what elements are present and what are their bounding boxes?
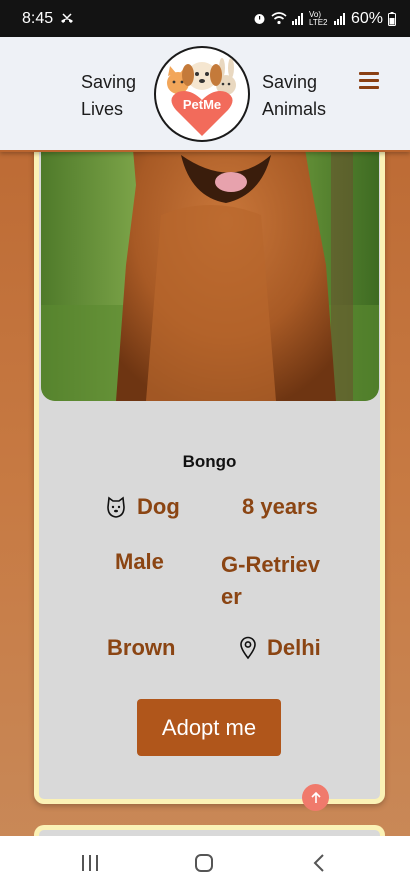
system-nav-bar: [0, 836, 410, 889]
status-bar: 8:45 Vo) LTE2 60%: [0, 0, 410, 37]
pet-color: Brown: [107, 635, 175, 661]
arrow-up-icon: [310, 791, 321, 803]
petme-logo[interactable]: PetMe: [154, 46, 250, 142]
home-icon[interactable]: [189, 850, 219, 876]
pet-gender-text: Male: [115, 549, 164, 574]
recent-apps-icon[interactable]: [75, 850, 105, 876]
menu-line: [359, 79, 379, 82]
pet-species-text: Dog: [137, 494, 180, 519]
signal-icon: [291, 12, 304, 25]
status-bar-left: 8:45: [22, 10, 75, 28]
alarm-icon: [253, 12, 266, 25]
pet-location: Delhi: [239, 635, 321, 661]
status-time: 8:45: [22, 9, 54, 27]
pet-breed: G-Retriever: [221, 549, 331, 613]
pet-gender: Male: [115, 549, 164, 575]
status-bar-right: Vo) LTE2 60%: [253, 10, 396, 28]
hamburger-menu-icon[interactable]: [357, 70, 381, 92]
wifi-icon: [271, 12, 287, 25]
scroll-to-top-button[interactable]: [302, 784, 329, 811]
pet-breed-text: G-Retriever: [221, 552, 321, 609]
logo-artwork: [167, 58, 236, 136]
pet-species: Dog: [105, 494, 180, 520]
dog-image: [41, 125, 379, 401]
signal-icon-2: [333, 12, 346, 25]
dog-icon: [105, 495, 127, 519]
battery-icon: [388, 11, 396, 26]
volte-label: Vo) LTE2: [308, 9, 328, 27]
pet-photo: [41, 125, 379, 401]
logo-text: PetMe: [182, 97, 222, 112]
location-pin-icon: [239, 636, 257, 660]
adopt-me-button[interactable]: Adopt me: [137, 699, 281, 756]
battery-percent: 60%: [350, 9, 383, 27]
site-header: Saving Lives PetMe Saving Animals: [0, 37, 410, 152]
pet-card: Bongo Dog 8 years Male G-Retriever Brown: [34, 120, 385, 804]
menu-line: [359, 72, 379, 75]
pet-color-text: Brown: [107, 635, 176, 660]
pet-name: Bongo: [182, 452, 237, 471]
pet-age-text: 8 years: [242, 494, 318, 519]
pet-location-text: Delhi: [267, 635, 321, 660]
missed-call-icon: [59, 12, 75, 26]
back-icon[interactable]: [304, 850, 334, 876]
menu-line: [359, 86, 379, 89]
pet-age: 8 years: [242, 494, 318, 520]
tagline-right: Saving Animals: [262, 72, 327, 119]
